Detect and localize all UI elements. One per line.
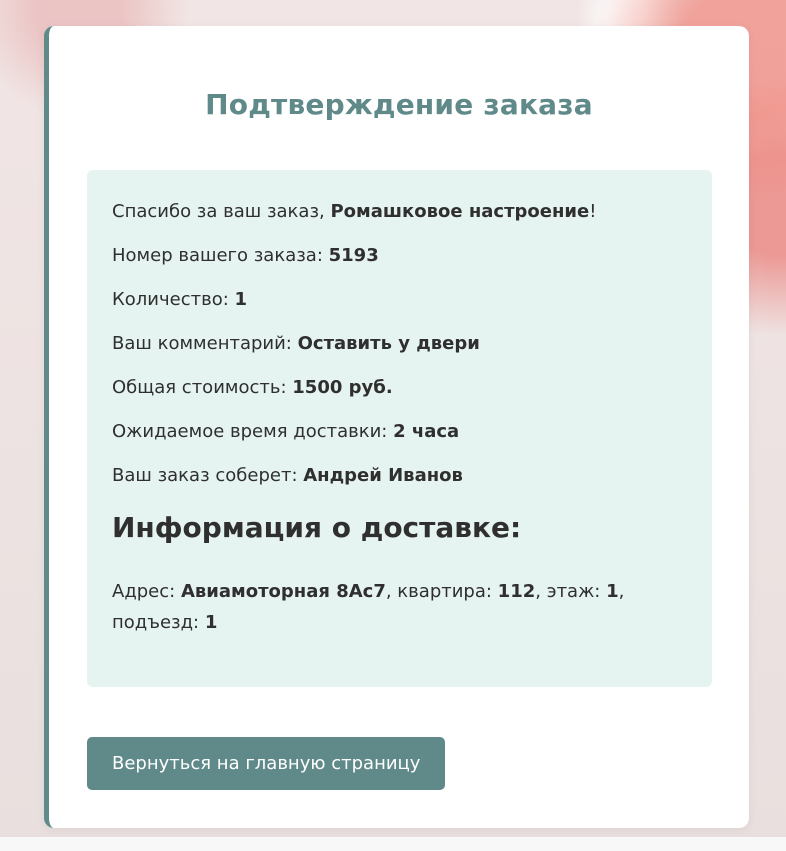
address-label: Адрес:	[112, 581, 181, 602]
delivery-time-label: Ожидаемое время доставки:	[112, 421, 394, 442]
comment-value: Оставить у двери	[297, 333, 480, 354]
quantity-label: Количество:	[112, 289, 235, 310]
florist-value: Андрей Иванов	[303, 465, 463, 486]
quantity-value: 1	[234, 289, 248, 310]
thanks-suffix: !	[589, 201, 597, 222]
address-value: Авиамоторная 8Ас7	[180, 581, 386, 602]
floor-label: , этаж:	[535, 581, 607, 602]
entrance-value: 1	[204, 612, 218, 633]
order-number-line: Номер вашего заказа: 5193	[112, 244, 687, 288]
total-line: Общая стоимость: 1500 руб.	[112, 376, 687, 420]
apartment-label: , квартира:	[385, 581, 498, 602]
order-confirmation-card: Подтверждение заказа Спасибо за ваш зака…	[44, 26, 749, 828]
order-number-value: 5193	[328, 245, 379, 266]
order-details-panel: Спасибо за ваш заказ, Ромашковое настрое…	[87, 170, 712, 687]
apartment-value: 112	[497, 581, 536, 602]
total-label: Общая стоимость:	[112, 377, 293, 398]
thanks-line: Спасибо за ваш заказ, Ромашковое настрое…	[112, 200, 687, 244]
comment-label: Ваш комментарий:	[112, 333, 298, 354]
page-title: Подтверждение заказа	[205, 88, 593, 121]
delivery-time-line: Ожидаемое время доставки: 2 часа	[112, 420, 687, 464]
comment-line: Ваш комментарий: Оставить у двери	[112, 332, 687, 376]
back-to-home-button[interactable]: Вернуться на главную страницу	[87, 737, 446, 790]
bouquet-name: Ромашковое настроение	[330, 201, 590, 222]
delivery-time-value: 2 часа	[393, 421, 460, 442]
quantity-line: Количество: 1	[112, 288, 687, 332]
floor-value: 1	[606, 581, 619, 602]
order-number-label: Номер вашего заказа:	[112, 245, 329, 266]
florist-label: Ваш заказ соберет:	[112, 465, 304, 486]
thanks-prefix: Спасибо за ваш заказ,	[112, 201, 331, 222]
total-value: 1500 руб.	[292, 377, 393, 398]
delivery-info-heading: Информация о доставке:	[112, 511, 522, 544]
page-footer-strip	[0, 837, 786, 851]
delivery-address: Адрес: Авиамоторная 8Ас7, квартира: 112,…	[112, 576, 632, 638]
florist-line: Ваш заказ соберет: Андрей Иванов	[112, 464, 687, 508]
